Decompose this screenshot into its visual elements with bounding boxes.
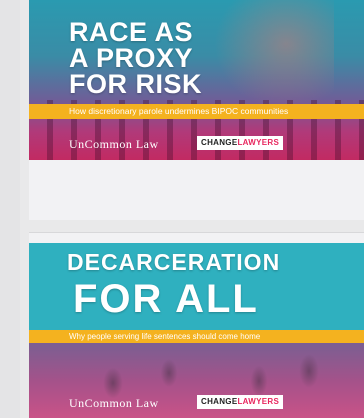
- badge-suffix: LAWYERS: [237, 397, 280, 406]
- headline-line-2: A PROXY: [69, 43, 194, 73]
- banner-photo-overlay: [214, 0, 334, 110]
- page-left-margin: [0, 0, 20, 418]
- banner-subtitle: How discretionary parole undermines BIPO…: [29, 104, 364, 119]
- headline-line-1: RACE AS: [69, 17, 194, 47]
- uncommon-law-logo: UnCommon Law: [69, 396, 159, 410]
- article-banner-image[interactable]: DECARCERATION FOR ALL Why people serving…: [29, 243, 364, 418]
- article-card-race-as-proxy[interactable]: RACE AS A PROXY FOR RISK How discretiona…: [29, 0, 364, 220]
- card-footer: [29, 160, 364, 220]
- headline-line-1: DECARCERATION: [67, 249, 281, 275]
- changelawyers-logo: CHANGELAWYERS: [197, 395, 284, 409]
- headline-line-2: FOR ALL: [73, 277, 259, 321]
- article-banner-image[interactable]: RACE AS A PROXY FOR RISK How discretiona…: [29, 0, 364, 160]
- article-card-decarceration[interactable]: DECARCERATION FOR ALL Why people serving…: [29, 232, 364, 418]
- badge-prefix: CHANGE: [201, 138, 238, 147]
- banner-subtitle: Why people serving life sentences should…: [29, 330, 364, 343]
- badge-suffix: LAWYERS: [237, 138, 280, 147]
- changelawyers-logo: CHANGELAWYERS: [197, 136, 284, 150]
- badge-prefix: CHANGE: [201, 397, 238, 406]
- uncommon-law-logo: UnCommon Law: [69, 137, 159, 151]
- headline-line-3: FOR RISK: [69, 69, 203, 99]
